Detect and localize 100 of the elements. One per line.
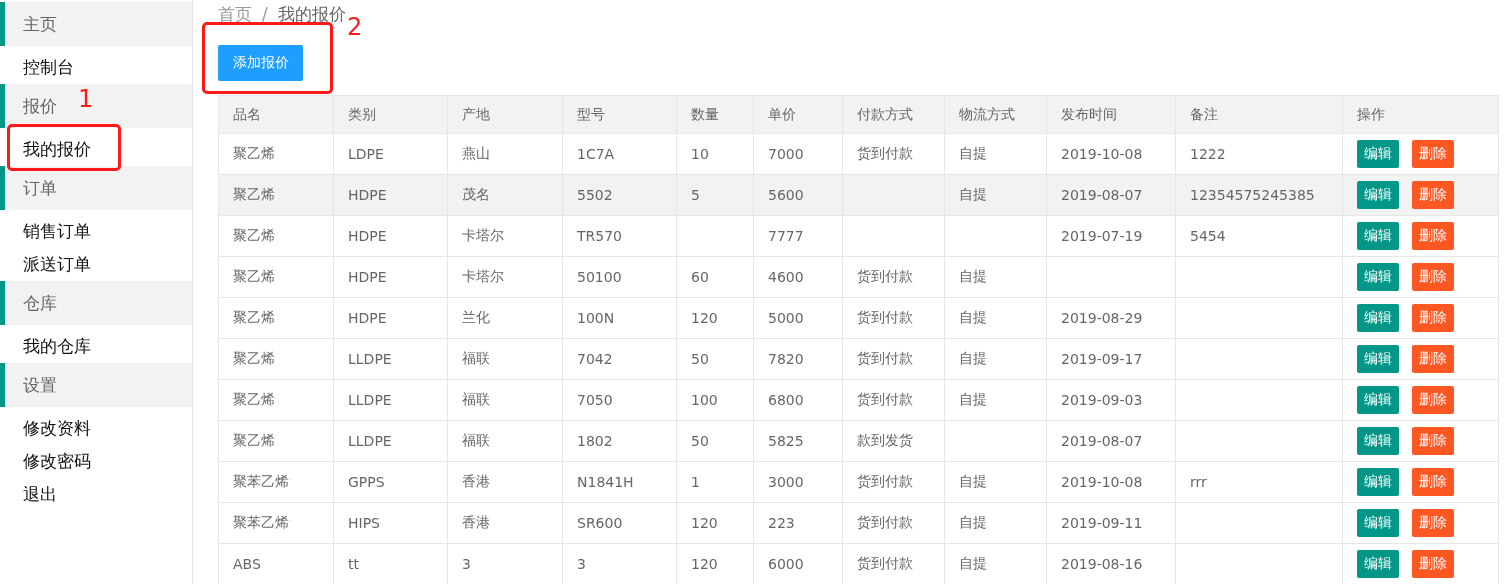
table-cell: 聚乙烯 bbox=[233, 268, 275, 284]
table-cell: 自提 bbox=[959, 391, 987, 407]
table-cell: 60 bbox=[691, 269, 709, 285]
table-cell: 卡塔尔 bbox=[462, 268, 504, 284]
table-cell: 聚苯乙烯 bbox=[233, 473, 289, 489]
column-header: 发布时间 bbox=[1046, 95, 1176, 134]
sidebar-item[interactable]: 控制台 bbox=[0, 51, 192, 84]
column-header: 操作 bbox=[1342, 95, 1499, 134]
table-cell: 5825 bbox=[768, 433, 804, 449]
table-cell: 1C7A bbox=[577, 146, 615, 162]
add-quote-button[interactable]: 添加报价 bbox=[218, 45, 303, 81]
delete-button[interactable]: 删除 bbox=[1412, 427, 1454, 455]
table-cell: 223 bbox=[768, 515, 795, 531]
table-row[interactable]: 聚乙烯 HDPE 卡塔尔 50100 60 4600 货到付款 自提 编辑 删除 bbox=[218, 256, 1499, 298]
delete-button[interactable]: 删除 bbox=[1412, 222, 1454, 250]
table-row[interactable]: ABS tt 3 3 120 6000 货到付款 自提 2019-08-16 编辑 删除 bbox=[218, 543, 1499, 584]
table-cell: 自提 bbox=[959, 309, 987, 325]
table-cell: 50 bbox=[691, 433, 709, 449]
table-row[interactable]: 聚乙烯 HDPE 茂名 5502 5 5600 自提 2019-08-07 12354575245385 编辑 删除 bbox=[218, 174, 1499, 216]
table-cell: TR570 bbox=[577, 228, 622, 244]
table-cell: 福联 bbox=[462, 350, 490, 366]
table-cell: 聚乙烯 bbox=[233, 309, 275, 325]
table-cell: LLDPE bbox=[348, 351, 392, 367]
table-cell: LDPE bbox=[348, 146, 384, 162]
edit-button[interactable]: 编辑 bbox=[1357, 140, 1399, 168]
table-row[interactable]: 聚乙烯 HDPE 兰化 100N 120 5000 货到付款 自提 2019-08-29 编辑 删除 bbox=[218, 297, 1499, 339]
edit-button[interactable]: 编辑 bbox=[1357, 386, 1399, 414]
edit-button[interactable]: 编辑 bbox=[1357, 427, 1399, 455]
sidebar-item[interactable]: 销售订单 bbox=[0, 215, 192, 248]
edit-button[interactable]: 编辑 bbox=[1357, 304, 1399, 332]
sidebar-section-header[interactable]: 订单 bbox=[0, 166, 192, 210]
table-cell: 7777 bbox=[768, 228, 804, 244]
edit-button[interactable]: 编辑 bbox=[1357, 468, 1399, 496]
table-cell: 聚乙烯 bbox=[233, 350, 275, 366]
delete-button[interactable]: 删除 bbox=[1412, 263, 1454, 291]
table-cell: 货到付款 bbox=[857, 391, 913, 407]
table-cell: 货到付款 bbox=[857, 514, 913, 530]
table-row[interactable]: 聚苯乙烯 HIPS 香港 SR600 120 223 货到付款 自提 2019-09-11 编辑 删除 bbox=[218, 502, 1499, 544]
delete-button[interactable]: 删除 bbox=[1412, 304, 1454, 332]
sidebar-item[interactable]: 我的报价 bbox=[0, 133, 192, 166]
table-row[interactable]: 聚苯乙烯 GPPS 香港 N1841H 1 3000 货到付款 自提 2019-10-08 rrr 编辑 删除 bbox=[218, 461, 1499, 503]
table-cell: 2019-08-16 bbox=[1061, 556, 1143, 572]
column-header: 单价 bbox=[753, 95, 843, 134]
table-cell: 7000 bbox=[768, 146, 804, 162]
table-cell: 5 bbox=[691, 187, 700, 203]
breadcrumb-item: 我的报价 bbox=[277, 3, 346, 26]
table-cell: 福联 bbox=[462, 391, 490, 407]
table-cell: 50 bbox=[691, 351, 709, 367]
delete-button[interactable]: 删除 bbox=[1412, 509, 1454, 537]
table-cell: 100 bbox=[691, 392, 718, 408]
table-cell: 2019-08-07 bbox=[1061, 433, 1143, 449]
table-cell: 自提 bbox=[959, 186, 987, 202]
edit-button[interactable]: 编辑 bbox=[1357, 345, 1399, 373]
table-cell: 4600 bbox=[768, 269, 804, 285]
edit-button[interactable]: 编辑 bbox=[1357, 550, 1399, 578]
sidebar-item[interactable]: 修改资料 bbox=[0, 412, 192, 445]
edit-button[interactable]: 编辑 bbox=[1357, 181, 1399, 209]
table-cell: HIPS bbox=[348, 515, 380, 531]
table-cell: rrr bbox=[1190, 474, 1207, 490]
table-cell: 兰化 bbox=[462, 309, 490, 325]
table-row[interactable]: 聚乙烯 LLDPE 福联 1802 50 5825 款到发货 2019-08-07 编辑 删除 bbox=[218, 420, 1499, 462]
table-cell: 自提 bbox=[959, 514, 987, 530]
delete-button[interactable]: 删除 bbox=[1412, 140, 1454, 168]
column-header: 类别 bbox=[333, 95, 448, 134]
table-row[interactable]: 聚乙烯 LLDPE 福联 7050 100 6800 货到付款 自提 2019-09-03 编辑 删除 bbox=[218, 379, 1499, 421]
table-cell: 2019-09-03 bbox=[1061, 392, 1143, 408]
sidebar-section-header[interactable]: 仓库 bbox=[0, 281, 192, 325]
table-cell: 100N bbox=[577, 310, 615, 326]
table-cell: LLDPE bbox=[348, 392, 392, 408]
edit-button[interactable]: 编辑 bbox=[1357, 263, 1399, 291]
sidebar-section-header[interactable]: 设置 bbox=[0, 363, 192, 407]
table-cell: 10 bbox=[691, 146, 709, 162]
table-cell: 聚乙烯 bbox=[233, 145, 275, 161]
table-cell: 聚乙烯 bbox=[233, 186, 275, 202]
table-row[interactable]: 聚乙烯 LDPE 燕山 1C7A 10 7000 货到付款 自提 2019-10-08 1222 编辑 删除 bbox=[218, 133, 1499, 175]
table-cell: 50100 bbox=[577, 269, 622, 285]
delete-button[interactable]: 删除 bbox=[1412, 345, 1454, 373]
sidebar-item[interactable]: 退出 bbox=[0, 478, 192, 511]
delete-button[interactable]: 删除 bbox=[1412, 181, 1454, 209]
delete-button[interactable]: 删除 bbox=[1412, 386, 1454, 414]
table-cell: 2019-08-29 bbox=[1061, 310, 1143, 326]
breadcrumb-item[interactable]: 首页 bbox=[218, 0, 252, 28]
table-cell: 燕山 bbox=[462, 145, 490, 161]
table-cell: 香港 bbox=[462, 514, 490, 530]
table-cell: 自提 bbox=[959, 555, 987, 571]
table-cell: 香港 bbox=[462, 473, 490, 489]
table-row[interactable]: 聚乙烯 LLDPE 福联 7042 50 7820 货到付款 自提 2019-09-17 编辑 删除 bbox=[218, 338, 1499, 380]
table-cell: HDPE bbox=[348, 187, 387, 203]
edit-button[interactable]: 编辑 bbox=[1357, 509, 1399, 537]
delete-button[interactable]: 删除 bbox=[1412, 550, 1454, 578]
delete-button[interactable]: 删除 bbox=[1412, 468, 1454, 496]
table-cell: 6800 bbox=[768, 392, 804, 408]
table-cell: 120 bbox=[691, 515, 718, 531]
table-row[interactable]: 聚乙烯 HDPE 卡塔尔 TR570 7777 2019-07-19 5454 编辑 删除 bbox=[218, 215, 1499, 257]
table-cell: 福联 bbox=[462, 432, 490, 448]
sidebar-section-header[interactable]: 主页 bbox=[0, 2, 192, 46]
sidebar-item[interactable]: 我的仓库 bbox=[0, 330, 192, 363]
sidebar-item[interactable]: 派送订单 bbox=[0, 248, 192, 281]
sidebar-item[interactable]: 修改密码 bbox=[0, 445, 192, 478]
edit-button[interactable]: 编辑 bbox=[1357, 222, 1399, 250]
